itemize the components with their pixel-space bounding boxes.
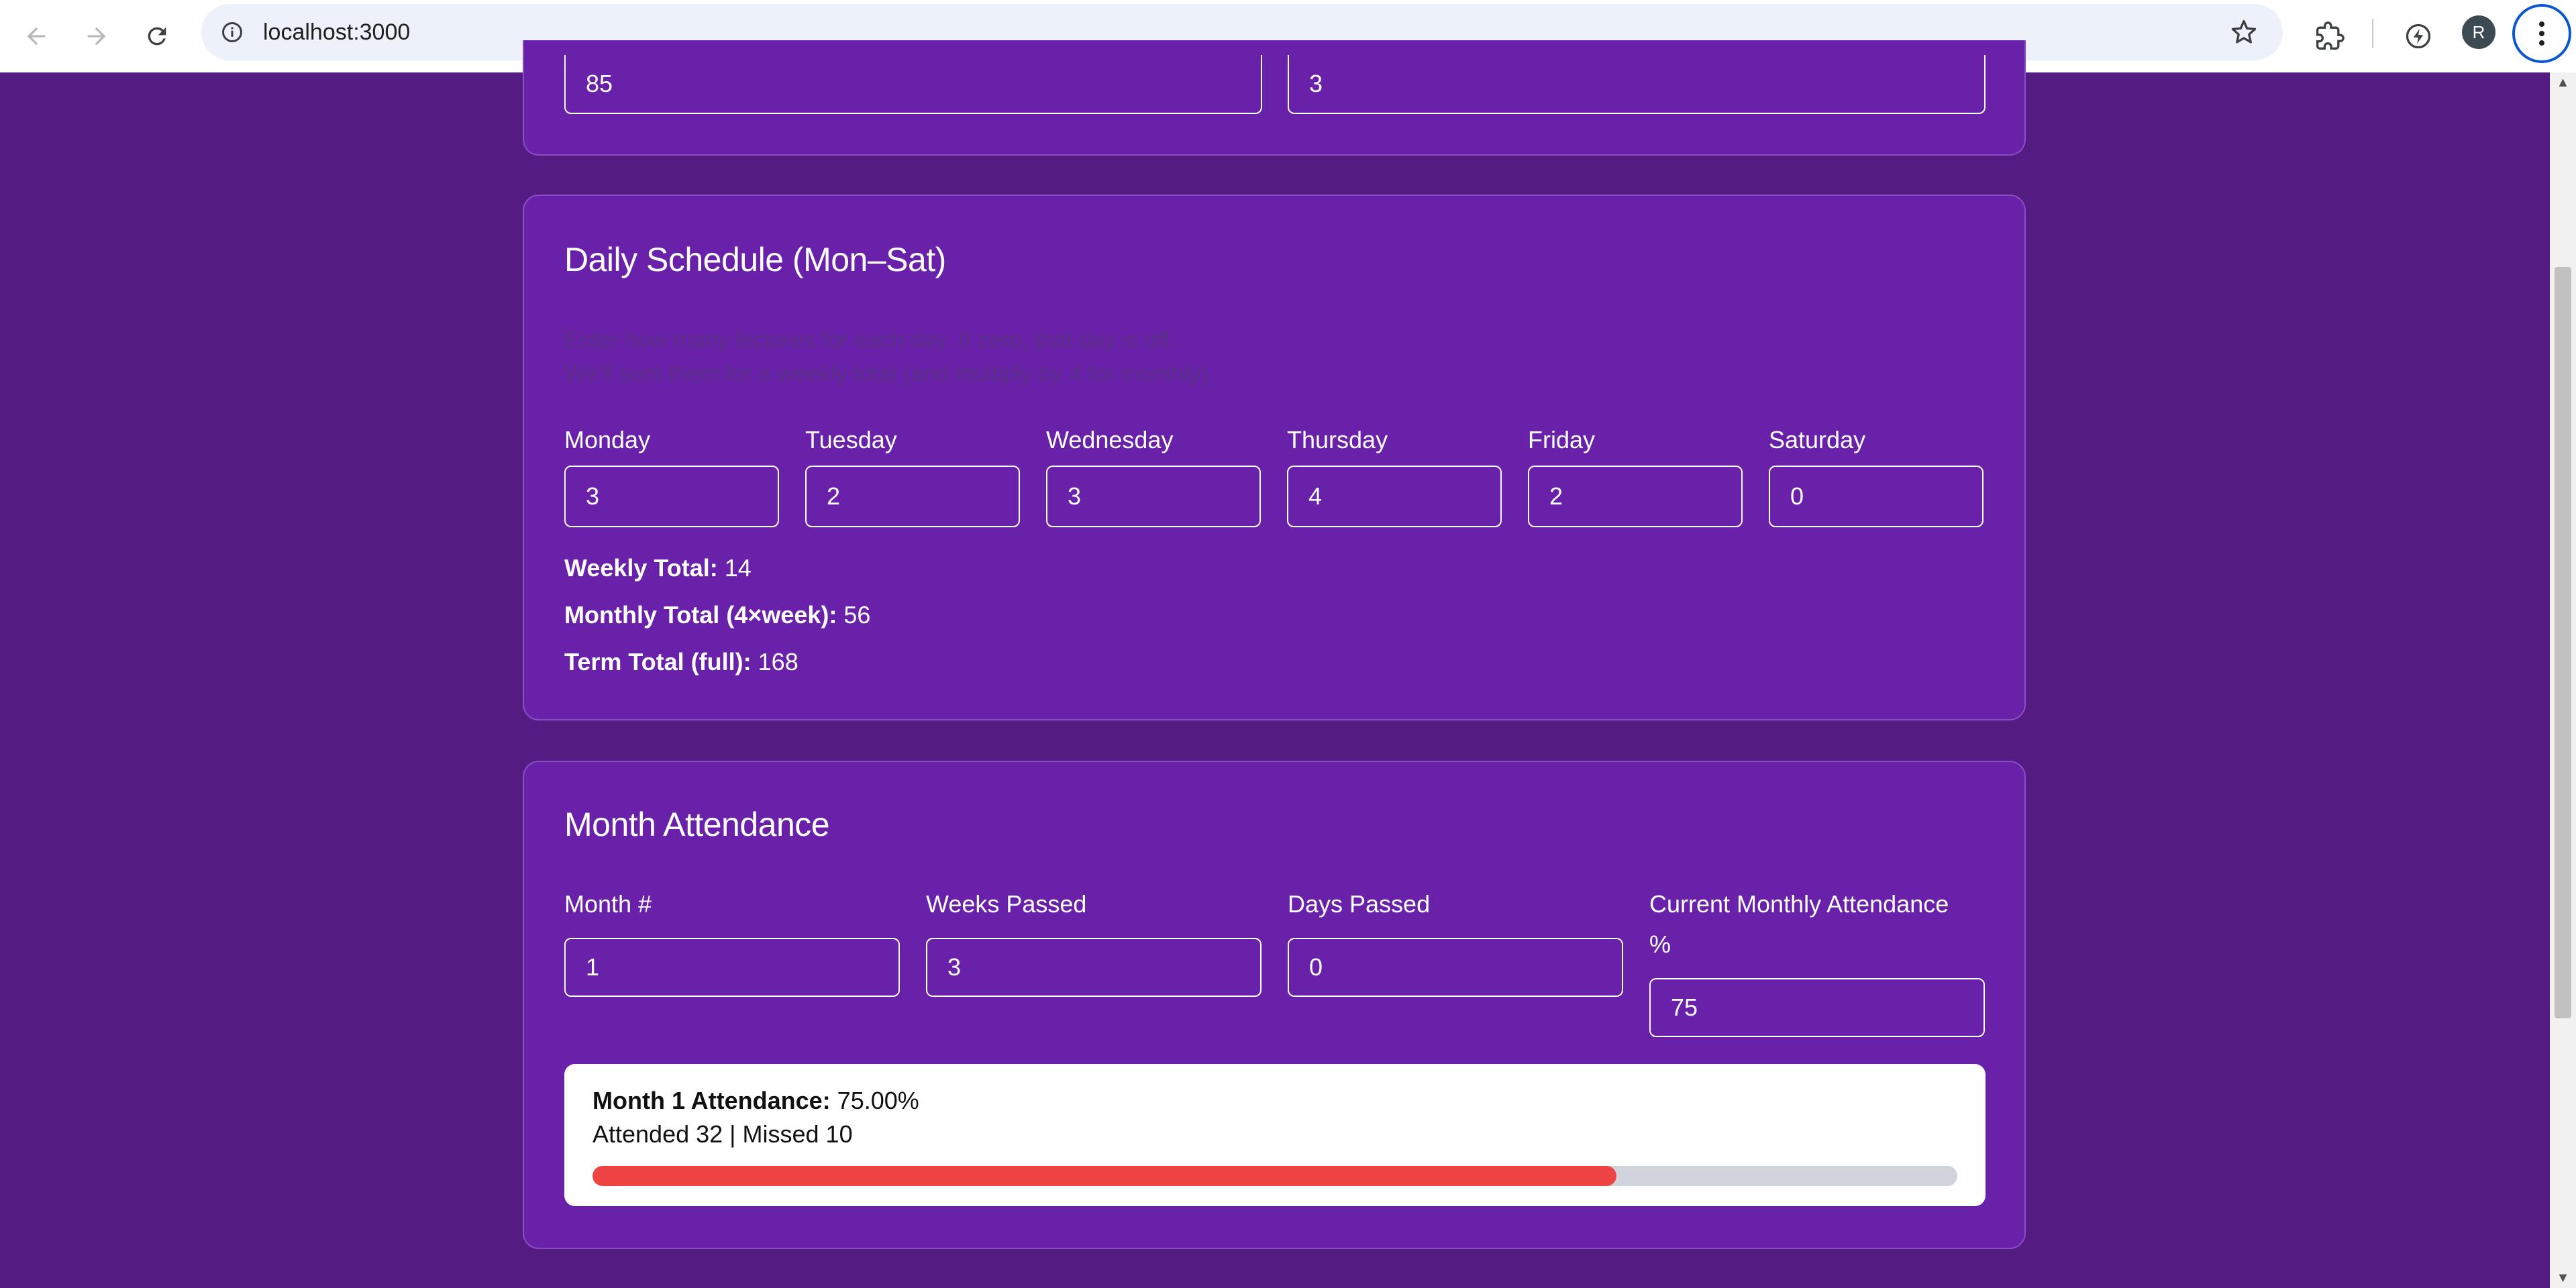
current-attendance-label-line-1: Current Monthly Attendance — [1649, 890, 1949, 918]
monthly-total-value: 56 — [843, 601, 871, 629]
reload-icon — [148, 27, 166, 46]
day-label-saturday: Saturday — [1769, 426, 1866, 453]
result-summary: Month 1 Attendance: 75.00% — [593, 1087, 919, 1115]
toolbar-divider — [2372, 19, 2373, 48]
reload-button[interactable] — [136, 15, 178, 58]
term-total-value: 168 — [758, 648, 798, 676]
day-input-saturday[interactable]: 0 — [1769, 466, 1983, 527]
day-label-tuesday: Tuesday — [805, 426, 897, 453]
attendance-progress-fill — [593, 1166, 1616, 1186]
monthly-total-label: Monthly Total (4×week): — [564, 601, 837, 629]
settings-card-top: 85 3 — [523, 40, 2026, 156]
weekly-total: Weekly Total: 14 — [564, 554, 752, 582]
back-arrow-icon — [27, 27, 46, 46]
term-total-label: Term Total (full): — [564, 648, 752, 676]
month-attendance-card: Month Attendance Month # 1 Weeks Passed … — [523, 761, 2026, 1249]
weeks-passed-label: Weeks Passed — [926, 890, 1087, 918]
profile-avatar[interactable]: R — [2462, 15, 2495, 49]
day-label-wednesday: Wednesday — [1046, 426, 1174, 453]
days-passed-label: Days Passed — [1288, 890, 1431, 918]
browser-menu-button[interactable] — [2512, 4, 2571, 63]
day-input-thursday[interactable]: 4 — [1287, 466, 1502, 527]
performance-icon[interactable] — [2397, 15, 2440, 58]
bookmark-star-icon[interactable] — [2229, 17, 2259, 47]
top-right-input[interactable]: 3 — [1288, 55, 1986, 114]
attendance-result-panel: Month 1 Attendance: 75.00% Attended 32 |… — [564, 1064, 1986, 1206]
page-scrollbar[interactable]: ▲ ▼ — [2550, 72, 2576, 1288]
url-text[interactable]: localhost:3000 — [263, 4, 410, 60]
scroll-up-icon[interactable]: ▲ — [2550, 72, 2576, 93]
day-input-wednesday[interactable]: 3 — [1046, 466, 1261, 527]
weekly-total-value: 14 — [724, 554, 752, 582]
day-label-friday: Friday — [1528, 426, 1596, 453]
scroll-thumb[interactable] — [2555, 267, 2571, 1018]
monthly-total: Monthly Total (4×week): 56 — [564, 601, 870, 629]
result-percent: 75.00% — [837, 1087, 919, 1114]
result-detail: Attended 32 | Missed 10 — [593, 1120, 853, 1148]
day-input-monday[interactable]: 3 — [564, 466, 779, 527]
attendance-progress-bar — [593, 1166, 1957, 1186]
days-passed-input[interactable]: 0 — [1288, 938, 1623, 997]
day-input-tuesday[interactable]: 2 — [805, 466, 1020, 527]
back-button[interactable] — [15, 15, 58, 58]
month-number-label: Month # — [564, 890, 652, 918]
month-number-input[interactable]: 1 — [564, 938, 900, 997]
daily-schedule-card: Daily Schedule (Mon–Sat) Enter how many … — [523, 195, 2026, 720]
schedule-hint-line-2: We'll sum them for a weekly total (and m… — [564, 361, 1215, 386]
current-attendance-label-line-2: % — [1649, 930, 1671, 958]
scroll-down-icon[interactable]: ▼ — [2550, 1268, 2576, 1288]
forward-button[interactable] — [75, 15, 118, 58]
day-input-friday[interactable]: 2 — [1528, 466, 1743, 527]
forward-arrow-icon — [87, 27, 106, 46]
current-attendance-input[interactable]: 75 — [1649, 978, 1985, 1037]
day-label-thursday: Thursday — [1287, 426, 1388, 453]
more-vert-icon — [2539, 21, 2544, 46]
term-total: Term Total (full): 168 — [564, 648, 798, 676]
weekly-total-label: Weekly Total: — [564, 554, 718, 582]
section-title-month: Month Attendance — [564, 806, 830, 843]
top-left-input[interactable]: 85 — [564, 55, 1262, 114]
weeks-passed-input[interactable]: 3 — [926, 938, 1261, 997]
result-label: Month 1 Attendance: — [593, 1087, 831, 1114]
section-title-schedule: Daily Schedule (Mon–Sat) — [564, 241, 946, 278]
extensions-icon[interactable] — [2308, 15, 2351, 58]
day-label-monday: Monday — [564, 426, 651, 453]
schedule-hint-line-1: Enter how many lectures for each day. If… — [564, 327, 1176, 353]
site-info-icon[interactable] — [219, 19, 246, 46]
